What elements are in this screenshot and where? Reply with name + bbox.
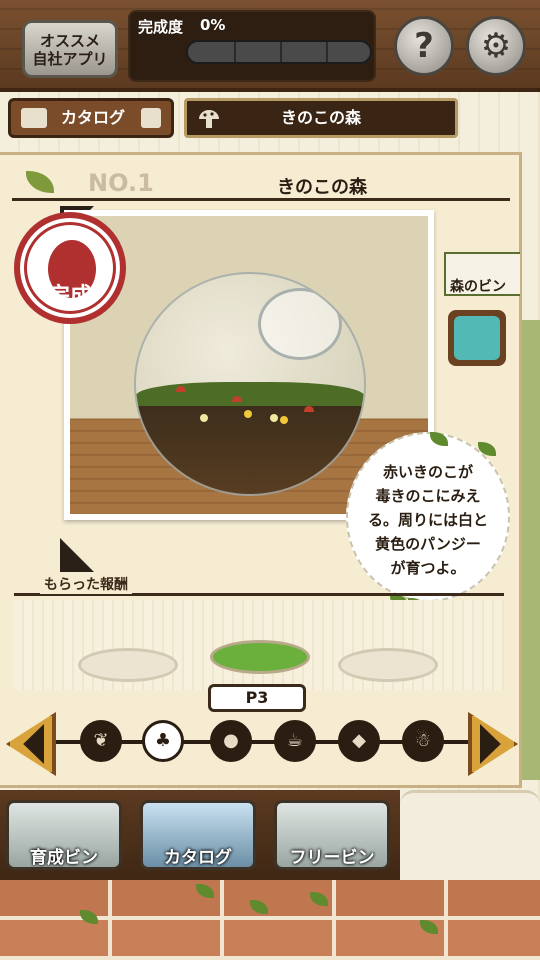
pansy-flower [200,414,208,422]
red-mushroom [232,396,242,402]
pot-icon [141,108,161,128]
category-snowman-button[interactable]: ☃ [402,720,444,762]
reward-page-indicator: P3 [208,684,306,712]
description-line: 毒きのこにみえ [375,487,481,505]
category-mushroom-button[interactable]: ♣ [142,720,184,762]
card-header: NO.1 きのこの森 [12,165,510,201]
snowman-icon: ☃ [414,730,432,751]
progress-segment [326,42,328,62]
bottom-shelf [400,790,540,880]
brick-floor [0,880,540,960]
top-bar: オススメ 自社アプリ 完成度 0% ? ⚙ [0,0,540,92]
pansy-flower [270,414,278,422]
category-cake-button[interactable]: ☕ [274,720,316,762]
cheese-icon: ◆ [352,730,366,751]
tab-catalog[interactable]: カタログ [140,800,256,870]
tab-free-bottle[interactable]: フリービン [274,800,390,870]
tab-growing-bottle[interactable]: 育成ビン [6,800,122,870]
completion-value: 0% [200,16,226,34]
forest-bottle-tag-label: 森のビン [450,279,506,295]
gear-icon: ⚙ [480,26,512,66]
rewards-title: もらった報酬 [40,574,132,594]
recommended-apps-label-2: 自社アプリ [32,50,108,68]
photo-corner [60,538,94,572]
recommended-apps-label-1: オススメ [39,32,100,50]
globe-opening [258,288,342,360]
completion-panel: 完成度 0% [128,10,376,82]
mushroom-icon [199,110,219,128]
catalog-grid-icon [21,108,47,128]
catalog-tab[interactable]: カタログ [8,98,174,138]
reward-pedestal[interactable] [338,648,438,682]
rewards-header: もらった報酬 [14,574,504,596]
soil-layer [136,406,364,494]
description-line: 黄色のパンジー [375,535,481,553]
settings-button[interactable]: ⚙ [466,16,526,76]
current-terrarium-name: きのこの森 [280,108,361,127]
category-cheese-button[interactable]: ◆ [338,720,380,762]
leaf-icon: ❦ [93,730,109,751]
reward-pedestal[interactable] [78,648,178,682]
progress-segment [280,42,282,62]
completion-progress-bar [186,40,372,64]
glass-globe-terrarium [134,272,366,496]
tab-growing-bottle-label: 育成ビン [30,848,98,868]
catalog-tab-label: カタログ [61,108,126,127]
completed-stamp: 完成 [14,212,126,324]
progress-segment [234,42,236,62]
leaf-icon [26,171,54,193]
pansy-flower [280,416,288,424]
twitter-share-button[interactable] [448,310,506,366]
reward-pedestal-selected[interactable] [210,640,310,674]
recommended-apps-button[interactable]: オススメ 自社アプリ [22,20,118,78]
current-terrarium-title: きのこの森 [184,98,458,138]
mushroom-icon: ♣ [154,730,172,751]
cake-icon: ☕ [286,730,304,751]
tab-free-bottle-label: フリービン [289,848,375,868]
red-mushroom [176,386,186,392]
description-line: る。周りには白と [367,511,488,529]
help-button[interactable]: ? [394,16,454,76]
category-leaf-button[interactable]: ❦ [80,720,122,762]
pansy-flower [244,410,252,418]
card-number: NO.1 [88,169,154,197]
completion-label: 完成度 [138,18,184,36]
category-nuts-button[interactable]: ● [210,720,252,762]
nuts-icon: ● [223,730,239,751]
card-title: きのこの森 [277,177,367,198]
forest-bottle-tag[interactable]: 森のビン [444,252,520,296]
bird-icon [454,316,500,360]
red-mushroom [304,406,314,412]
question-mark-icon: ? [414,26,434,66]
tab-catalog-label: カタログ [164,848,232,868]
description-line: 赤いきのこが [382,463,473,481]
completed-stamp-label: 完成 [47,284,92,309]
